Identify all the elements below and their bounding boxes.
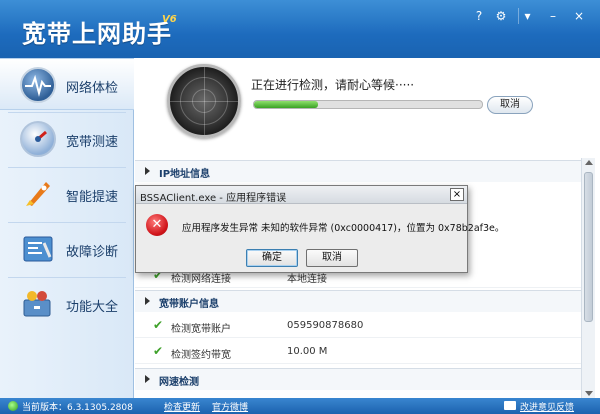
scroll-up-icon[interactable] bbox=[585, 160, 593, 165]
dialog-title: BSSAClient.exe - 应用程序错误 bbox=[140, 193, 287, 204]
sidebar-item-label: 网络体检 bbox=[66, 81, 119, 96]
dialog-cancel-button[interactable]: 取消 bbox=[306, 249, 358, 267]
expand-arrow-icon bbox=[145, 167, 150, 175]
sidebar-item-label: 智能提速 bbox=[66, 190, 119, 205]
title-bar: 宽带上网助手 V6 ? ⚙ ▾ – × bbox=[0, 0, 600, 58]
cancel-detection-button[interactable]: 取消 bbox=[487, 96, 533, 114]
official-weibo-link[interactable]: 官方微博 bbox=[212, 400, 248, 413]
skin-menu-icon[interactable]: ▾ bbox=[518, 8, 536, 24]
detection-progress-bar bbox=[253, 100, 483, 109]
check-icon: ✔ bbox=[153, 344, 164, 358]
app-version: V6 bbox=[162, 14, 177, 25]
detection-status-text: 正在进行检测，请耐心等候····· bbox=[251, 78, 415, 92]
sidebar-item-smart-boost[interactable]: 智能提速 bbox=[0, 168, 134, 220]
sidebar-item-label: 宽带测速 bbox=[66, 135, 119, 150]
row-label: 检测签约带宽 bbox=[171, 350, 231, 361]
online-status-icon bbox=[8, 401, 18, 411]
results-scrollbar[interactable] bbox=[581, 158, 595, 398]
check-update-link[interactable]: 检查更新 bbox=[164, 400, 200, 413]
row-value: 059590878680 bbox=[287, 320, 364, 331]
section-title: 宽带账户信息 bbox=[159, 299, 219, 310]
sidebar-item-label: 功能大全 bbox=[66, 300, 119, 315]
sidebar-item-network-checkup[interactable]: 网络体检 bbox=[0, 58, 134, 110]
gear-icon[interactable]: ⚙ bbox=[492, 8, 510, 24]
sidebar: 网络体检 宽带测速 智能提速 故障诊断 功能大全 bbox=[0, 58, 134, 398]
feedback-envelope-icon bbox=[504, 401, 516, 410]
close-icon[interactable]: × bbox=[570, 8, 588, 24]
row-label: 检测宽带账户 bbox=[171, 324, 231, 335]
radar-scan-icon bbox=[167, 64, 241, 138]
sidebar-item-label: 故障诊断 bbox=[66, 245, 119, 260]
feedback-link[interactable]: 改进意见反馈 bbox=[520, 400, 574, 413]
app-title: 宽带上网助手 bbox=[22, 20, 172, 48]
scroll-down-icon[interactable] bbox=[585, 391, 593, 396]
clipboard-diagnosis-icon bbox=[20, 231, 56, 267]
minimize-icon[interactable]: – bbox=[544, 8, 562, 24]
dialog-close-button[interactable]: × bbox=[450, 188, 464, 201]
table-row: ✔ 检测签约带宽 10.00 M bbox=[135, 340, 581, 364]
table-row: ✔ 检测宽带账户 059590878680 bbox=[135, 314, 581, 338]
sidebar-item-all-features[interactable]: 功能大全 bbox=[0, 278, 134, 330]
section-title: 网速检测 bbox=[159, 377, 199, 388]
section-ip-info[interactable]: IP地址信息 bbox=[135, 160, 581, 182]
expand-arrow-icon bbox=[145, 375, 150, 383]
section-title: IP地址信息 bbox=[159, 169, 211, 180]
toolbox-icon bbox=[20, 286, 56, 322]
progress-fill bbox=[254, 101, 318, 108]
sidebar-item-fault-diagnosis[interactable]: 故障诊断 bbox=[0, 223, 134, 275]
sidebar-item-speed-test[interactable]: 宽带测速 bbox=[0, 113, 134, 165]
speedometer-icon bbox=[20, 121, 56, 157]
expand-arrow-icon bbox=[145, 297, 150, 305]
check-icon: ✔ bbox=[153, 318, 164, 332]
rocket-icon bbox=[20, 176, 56, 212]
row-value: 10.00 M bbox=[287, 346, 328, 357]
heartbeat-monitor-icon bbox=[20, 67, 56, 103]
error-message: 应用程序发生异常 未知的软件异常 (0xc0000417)，位置为 0x78b2… bbox=[182, 223, 505, 234]
section-account-info[interactable]: 宽带账户信息 bbox=[135, 290, 581, 312]
scroll-thumb[interactable] bbox=[584, 172, 593, 322]
section-speed-test[interactable]: 网速检测 bbox=[135, 368, 581, 390]
dialog-title-bar: BSSAClient.exe - 应用程序错误 × bbox=[136, 186, 467, 204]
version-label: 当前版本：6.3.1305.2808 bbox=[22, 403, 133, 413]
help-icon[interactable]: ? bbox=[470, 8, 488, 24]
status-bar: 当前版本：6.3.1305.2808 检查更新 官方微博 改进意见反馈 bbox=[0, 398, 600, 414]
error-icon: ✕ bbox=[146, 214, 168, 236]
error-dialog: BSSAClient.exe - 应用程序错误 × ✕ 应用程序发生异常 未知的… bbox=[135, 185, 504, 273]
ok-button[interactable]: 确定 bbox=[246, 249, 298, 267]
